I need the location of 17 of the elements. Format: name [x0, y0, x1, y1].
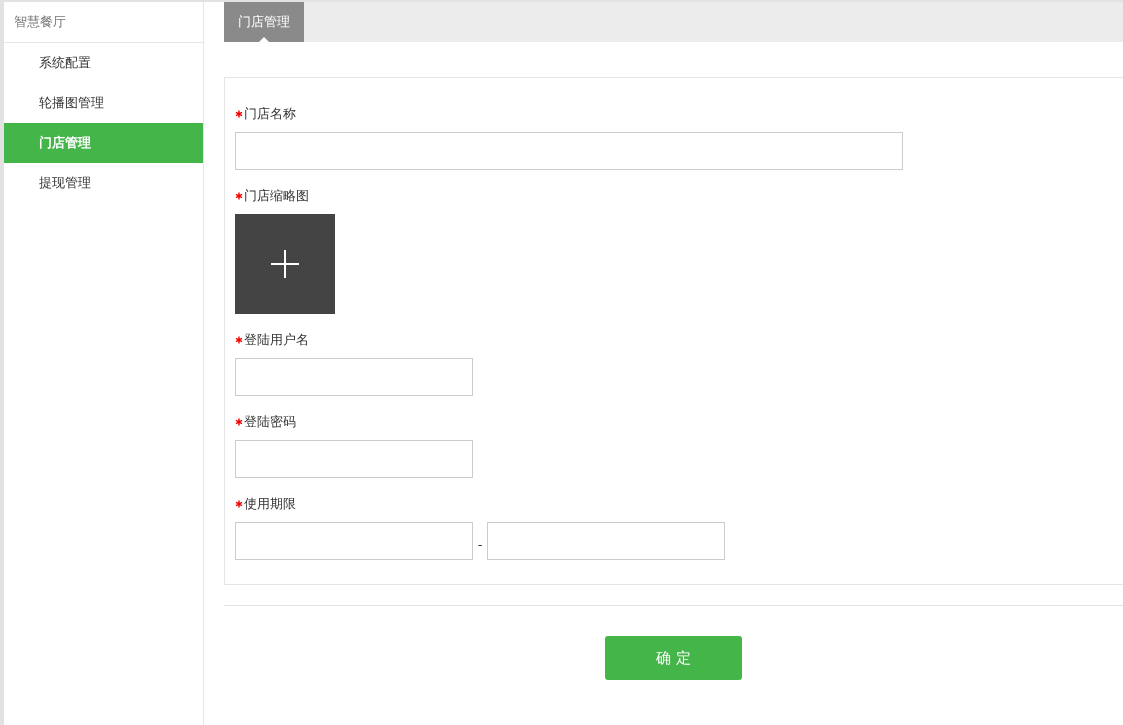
end-date-field[interactable]: [487, 522, 725, 560]
field-label: 门店名称: [244, 105, 296, 123]
start-date-field[interactable]: [235, 522, 473, 560]
field-label: 使用期限: [244, 495, 296, 513]
sidebar-item[interactable]: 提现管理: [4, 163, 203, 203]
range-separator: -: [476, 536, 484, 552]
sidebar-item[interactable]: 轮播图管理: [4, 83, 203, 123]
password-field[interactable]: [235, 440, 473, 478]
plus-icon: [270, 249, 300, 279]
upload-button[interactable]: [235, 214, 335, 314]
field-label: 门店缩略图: [244, 187, 309, 205]
sidebar-item[interactable]: 系统配置: [4, 43, 203, 83]
text-field[interactable]: [235, 132, 903, 170]
app-title: 智慧餐厅: [4, 2, 203, 43]
text-field[interactable]: [235, 358, 473, 396]
field-label: 登陆用户名: [244, 331, 309, 349]
field-label: 登陆密码: [244, 413, 296, 431]
